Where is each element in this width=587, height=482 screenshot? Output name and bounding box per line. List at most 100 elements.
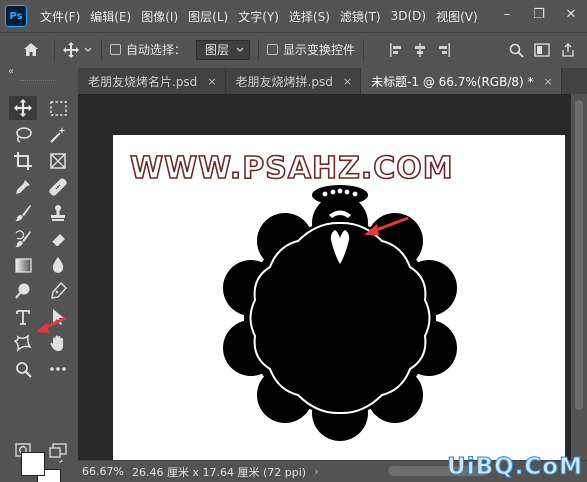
crop-icon (14, 152, 32, 170)
tools-panel: « (0, 66, 78, 482)
options-bar: 自动选择： 图层 显示变换控件 (0, 32, 587, 66)
magic-wand-icon (50, 127, 66, 143)
close-tab-button[interactable]: × (207, 75, 216, 88)
screen-mode-icon (49, 442, 67, 458)
frame-icon (50, 153, 66, 169)
document-canvas[interactable]: WWW.PSAHZ.COM (113, 135, 565, 460)
zoom-level[interactable]: 66.67% (82, 465, 126, 478)
menu-3d[interactable]: 3D(D) (386, 9, 431, 23)
menu-view[interactable]: 视图(V) (431, 8, 483, 25)
align-right-button[interactable] (432, 39, 456, 61)
share-icon (562, 43, 574, 57)
marquee-tool[interactable] (44, 96, 72, 120)
menu-layer[interactable]: 图层(L) (183, 8, 233, 25)
magic-wand-tool[interactable] (44, 123, 72, 147)
tab-label: 老朋友烧烤拼.psd (235, 74, 333, 89)
menu-select[interactable]: 选择(S) (284, 8, 335, 25)
close-button[interactable]: ✕ (555, 0, 587, 28)
align-right-icon (439, 42, 451, 57)
dodge-tool[interactable] (9, 279, 37, 303)
align-center-icon (415, 42, 426, 57)
photoshop-window: Ps 文件(F) 编辑(E) 图像(I) 图层(L) 文字(Y) 选择(S) 滤… (0, 0, 587, 482)
close-tab-button[interactable]: × (343, 75, 352, 88)
history-brush-tool[interactable] (9, 227, 37, 251)
brush-icon (15, 205, 31, 222)
chevron-down-icon (84, 47, 92, 52)
align-left-button[interactable] (384, 39, 408, 61)
site-watermark: UiBQ.CoM (447, 454, 583, 481)
close-tab-button[interactable]: × (544, 75, 553, 88)
align-buttons (384, 39, 456, 61)
align-center-button[interactable] (408, 39, 432, 61)
workspace-icon (534, 43, 550, 57)
home-button[interactable] (16, 37, 46, 63)
menu-file[interactable]: 文件(F) (35, 8, 85, 25)
scalloped-badge-shape (223, 185, 457, 441)
history-brush-icon (15, 230, 31, 248)
search-button[interactable] (503, 37, 529, 63)
move-tool-preset[interactable] (63, 41, 93, 58)
auto-select-checkbox[interactable] (110, 44, 121, 55)
more-icon (50, 367, 66, 371)
collapse-panel-button[interactable]: « (8, 66, 14, 77)
options-right (503, 33, 581, 67)
menu-image[interactable]: 图像(I) (136, 8, 183, 25)
move-icon (14, 99, 32, 117)
status-menu-button[interactable]: › (314, 465, 318, 478)
panel-grip[interactable] (20, 80, 56, 83)
vertical-scrollbar[interactable] (571, 94, 587, 460)
lasso-tool[interactable] (9, 123, 37, 147)
document-tabs: 老朋友烧烤名片.psd × 老朋友烧烤拼.psd × 未标题-1 @ 66.7%… (78, 68, 587, 94)
home-icon (24, 43, 38, 56)
menu-bar: Ps 文件(F) 编辑(E) 图像(I) 图层(L) 文字(Y) 选择(S) 滤… (0, 0, 587, 32)
frame-tool[interactable] (44, 149, 72, 173)
workspace-button[interactable] (529, 37, 555, 63)
stamp-icon (51, 205, 65, 221)
toolbar-annotation-arrow (36, 316, 67, 333)
eraser-icon (51, 234, 65, 247)
tab-document-3[interactable]: 未标题-1 @ 66.7%(RGB/8) * × (361, 68, 562, 94)
foreground-color-swatch[interactable] (21, 452, 45, 476)
menu-filter[interactable]: 滤镜(T) (335, 8, 386, 25)
scrollbar-thumb[interactable] (575, 100, 583, 410)
tab-label: 老朋友烧烤名片.psd (88, 74, 198, 89)
move-tool[interactable] (9, 96, 37, 120)
share-button[interactable] (555, 37, 581, 63)
zoom-tool[interactable] (9, 357, 37, 381)
blur-tool[interactable] (44, 253, 72, 277)
minimize-button[interactable]: – (491, 0, 523, 28)
search-icon (509, 43, 524, 58)
auto-select-target-value: 图层 (205, 43, 230, 57)
tab-document-1[interactable]: 老朋友烧烤名片.psd × (78, 68, 226, 94)
eraser-tool[interactable] (44, 227, 72, 251)
show-transform-checkbox[interactable] (267, 44, 279, 55)
divider (101, 38, 102, 61)
edit-toolbar-button[interactable] (44, 357, 72, 381)
zoom-icon (15, 361, 32, 378)
window-controls: – ❐ ✕ (491, 0, 587, 28)
document-dimensions: 26.46 厘米 x 17.64 厘米 (72 ppi) (132, 465, 307, 479)
dodge-icon (15, 283, 30, 299)
divider (258, 38, 260, 61)
brush-tool[interactable] (9, 201, 37, 225)
clone-stamp-tool[interactable] (44, 201, 72, 225)
crop-tool[interactable] (9, 149, 37, 173)
restore-button[interactable]: ❐ (523, 0, 555, 28)
divider (54, 38, 55, 61)
app-logo: Ps (5, 5, 27, 27)
menu-type[interactable]: 文字(Y) (233, 8, 284, 25)
drop-icon (52, 257, 64, 273)
canvas-workspace[interactable]: WWW.PSAHZ.COM (78, 94, 587, 460)
pen-tool[interactable] (44, 279, 72, 303)
gradient-tool[interactable] (9, 253, 37, 277)
menu-edit[interactable]: 编辑(E) (85, 8, 136, 25)
tab-document-2[interactable]: 老朋友烧烤拼.psd × (225, 68, 362, 94)
lasso-icon (16, 127, 32, 143)
screen-mode-button[interactable] (44, 438, 72, 462)
auto-select-target-dropdown[interactable]: 图层 (196, 39, 251, 60)
healing-brush-tool[interactable] (44, 175, 72, 199)
move-icon (63, 41, 79, 58)
auto-select-label: 自动选择： (126, 43, 187, 57)
eyedropper-tool[interactable] (9, 175, 37, 199)
pen-icon (51, 282, 67, 299)
